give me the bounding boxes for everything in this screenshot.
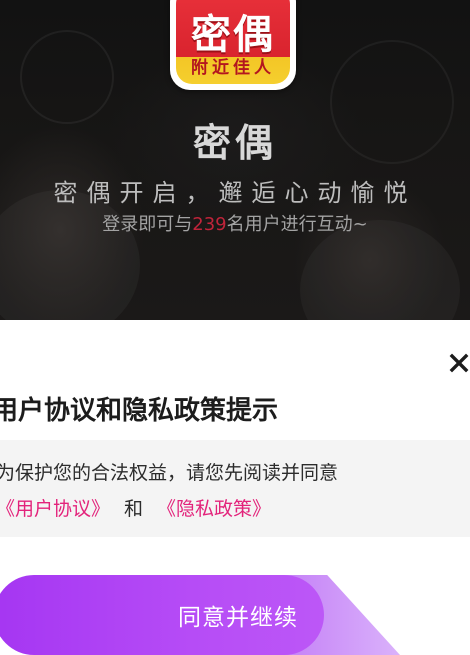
login-hint-prefix: 登录即可与 [102, 214, 193, 235]
and-text: 和 [124, 498, 144, 520]
user-count: 239 [192, 214, 227, 235]
agree-button-area: 同意并继续 [0, 575, 470, 655]
agreement-dialog: 用户协议和隐私政策提示 为保护您的合法权益，请您先阅读并同意 《用户协议》和《隐… [0, 320, 470, 655]
user-agreement-link[interactable]: 《用户协议》 [0, 498, 110, 520]
agree-continue-label: 同意并继续 [178, 605, 298, 631]
app-name: 密偶 [192, 121, 277, 165]
notice-box [0, 440, 470, 537]
background-decoration [20, 30, 114, 124]
login-hint-suffix: 名用户进行互动~ [226, 214, 368, 235]
dialog-title: 用户协议和隐私政策提示 [0, 396, 279, 426]
app-logo-badge: 密偶 附近佳人 [176, 0, 290, 84]
app-logo: 密偶 附近佳人 [170, 0, 296, 90]
privacy-policy-link[interactable]: 《隐私政策》 [157, 498, 271, 520]
login-hint: 登录即可与239名用户进行互动~ [0, 210, 470, 236]
slogan: 密偶开启，邂逅心动愉悦 [53, 179, 417, 207]
splash-background: 密偶 附近佳人 密偶 密偶开启，邂逅心动愉悦 登录即可与239名用户进行互动~ [0, 0, 470, 340]
close-icon[interactable] [446, 350, 470, 378]
logo-word: 密偶 [191, 12, 275, 58]
notice-text: 为保护您的合法权益，请您先阅读并同意 [0, 462, 339, 484]
logo-tagline: 附近佳人 [191, 58, 275, 78]
agreement-links: 《用户协议》和《隐私政策》 [0, 494, 271, 521]
